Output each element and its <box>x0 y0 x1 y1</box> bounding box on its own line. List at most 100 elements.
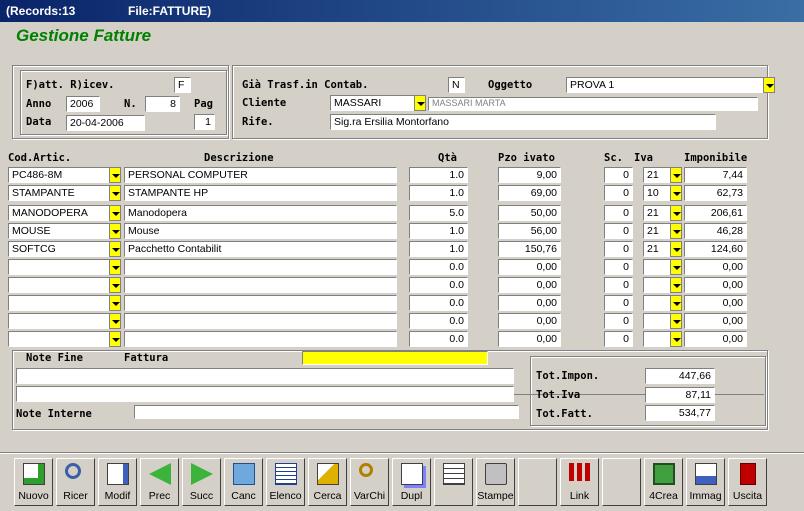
row-descr-field[interactable]: Manodopera <box>124 205 397 221</box>
fatt-ricev-field[interactable]: F <box>174 77 191 93</box>
row-cod-dropdown[interactable] <box>109 313 121 329</box>
row-iva-dropdown[interactable] <box>670 259 682 275</box>
row-qta-field[interactable]: 1.0 <box>409 167 468 183</box>
row-iva-field[interactable] <box>643 259 671 275</box>
toolbar-button-4crea[interactable]: 4Crea <box>644 458 683 506</box>
row-descr-field[interactable] <box>124 277 397 293</box>
row-qta-field[interactable]: 0.0 <box>409 331 468 347</box>
row-qta-field[interactable]: 0.0 <box>409 295 468 311</box>
row-cod-dropdown[interactable] <box>109 205 121 221</box>
row-cod-field[interactable]: PC486-8M <box>8 167 110 183</box>
toolbar-button-nuovo[interactable]: Nuovo <box>14 458 53 506</box>
row-sc-field[interactable]: 0 <box>604 205 633 221</box>
row-cod-field[interactable] <box>8 259 110 275</box>
row-cod-dropdown[interactable] <box>109 259 121 275</box>
note-fine-highlight-field[interactable] <box>302 351 488 365</box>
toolbar-button-modif[interactable]: Modif <box>98 458 137 506</box>
cliente-dropdown[interactable] <box>414 95 426 111</box>
note-interne-field[interactable] <box>134 405 519 419</box>
row-iva-dropdown[interactable] <box>670 331 682 347</box>
row-qta-field[interactable]: 0.0 <box>409 313 468 329</box>
toolbar-button-varchi[interactable]: VarChi <box>350 458 389 506</box>
row-iva-dropdown[interactable] <box>670 167 682 183</box>
toolbar-button-blank-10[interactable] <box>434 458 473 506</box>
row-pzo-field[interactable]: 150,76 <box>498 241 561 257</box>
row-qta-field[interactable]: 1.0 <box>409 185 468 201</box>
row-iva-dropdown[interactable] <box>670 277 682 293</box>
row-descr-field[interactable]: Pacchetto Contabilit <box>124 241 397 257</box>
row-cod-field[interactable]: SOFTCG <box>8 241 110 257</box>
anno-field[interactable]: 2006 <box>66 96 100 112</box>
toolbar-button-immag[interactable]: Immag <box>686 458 725 506</box>
row-iva-field[interactable] <box>643 295 671 311</box>
row-pzo-field[interactable]: 69,00 <box>498 185 561 201</box>
toolbar-button-dupl[interactable]: Dupl <box>392 458 431 506</box>
row-cod-dropdown[interactable] <box>109 277 121 293</box>
row-sc-field[interactable]: 0 <box>604 223 633 239</box>
toolbar-button-cerca[interactable]: Cerca <box>308 458 347 506</box>
row-descr-field[interactable] <box>124 259 397 275</box>
row-cod-field[interactable]: STAMPANTE <box>8 185 110 201</box>
row-cod-dropdown[interactable] <box>109 331 121 347</box>
row-pzo-field[interactable]: 0,00 <box>498 331 561 347</box>
row-pzo-field[interactable]: 56,00 <box>498 223 561 239</box>
row-iva-field[interactable] <box>643 277 671 293</box>
row-qta-field[interactable]: 0.0 <box>409 259 468 275</box>
row-descr-field[interactable] <box>124 295 397 311</box>
trasf-field[interactable]: N <box>448 77 465 93</box>
row-cod-dropdown[interactable] <box>109 185 121 201</box>
row-cod-field[interactable] <box>8 331 110 347</box>
row-iva-field[interactable]: 21 <box>643 205 671 221</box>
cliente-code-field[interactable]: MASSARI <box>330 95 415 111</box>
toolbar-button-stampe[interactable]: Stampe <box>476 458 515 506</box>
number-field[interactable]: 8 <box>145 96 180 112</box>
toolbar-button-prec[interactable]: Prec <box>140 458 179 506</box>
row-cod-field[interactable]: MOUSE <box>8 223 110 239</box>
toolbar-button-canc[interactable]: Canc <box>224 458 263 506</box>
row-iva-field[interactable] <box>643 313 671 329</box>
toolbar-button-succ[interactable]: Succ <box>182 458 221 506</box>
toolbar-button-blank-12[interactable] <box>518 458 557 506</box>
row-pzo-field[interactable]: 0,00 <box>498 295 561 311</box>
row-iva-field[interactable]: 21 <box>643 241 671 257</box>
row-sc-field[interactable]: 0 <box>604 185 633 201</box>
row-sc-field[interactable]: 0 <box>604 331 633 347</box>
row-iva-field[interactable]: 21 <box>643 223 671 239</box>
row-cod-field[interactable] <box>8 277 110 293</box>
toolbar-button-elenco[interactable]: Elenco <box>266 458 305 506</box>
row-sc-field[interactable]: 0 <box>604 295 633 311</box>
row-cod-field[interactable] <box>8 313 110 329</box>
row-cod-dropdown[interactable] <box>109 241 121 257</box>
row-qta-field[interactable]: 1.0 <box>409 241 468 257</box>
note-fine-line1[interactable] <box>16 368 514 384</box>
row-cod-dropdown[interactable] <box>109 295 121 311</box>
row-sc-field[interactable]: 0 <box>604 241 633 257</box>
row-iva-field[interactable]: 21 <box>643 167 671 183</box>
row-sc-field[interactable]: 0 <box>604 259 633 275</box>
row-sc-field[interactable]: 0 <box>604 277 633 293</box>
toolbar-button-link[interactable]: Link <box>560 458 599 506</box>
toolbar-button-ricer[interactable]: Ricer <box>56 458 95 506</box>
row-pzo-field[interactable]: 9,00 <box>498 167 561 183</box>
row-cod-dropdown[interactable] <box>109 223 121 239</box>
row-descr-field[interactable] <box>124 331 397 347</box>
row-iva-field[interactable] <box>643 331 671 347</box>
row-cod-field[interactable]: MANODOPERA <box>8 205 110 221</box>
row-iva-dropdown[interactable] <box>670 185 682 201</box>
oggetto-dropdown[interactable] <box>763 77 775 93</box>
row-iva-field[interactable]: 10 <box>643 185 671 201</box>
row-pzo-field[interactable]: 0,00 <box>498 259 561 275</box>
row-iva-dropdown[interactable] <box>670 295 682 311</box>
row-pzo-field[interactable]: 50,00 <box>498 205 561 221</box>
row-qta-field[interactable]: 5.0 <box>409 205 468 221</box>
note-fine-line2[interactable] <box>16 386 514 402</box>
page-field[interactable]: 1 <box>194 114 215 130</box>
row-pzo-field[interactable]: 0,00 <box>498 277 561 293</box>
oggetto-field[interactable]: PROVA 1 <box>566 77 764 93</box>
row-descr-field[interactable] <box>124 313 397 329</box>
row-iva-dropdown[interactable] <box>670 241 682 257</box>
date-field[interactable]: 20-04-2006 <box>66 115 145 131</box>
row-pzo-field[interactable]: 0,00 <box>498 313 561 329</box>
toolbar-button-blank-14[interactable] <box>602 458 641 506</box>
row-sc-field[interactable]: 0 <box>604 167 633 183</box>
